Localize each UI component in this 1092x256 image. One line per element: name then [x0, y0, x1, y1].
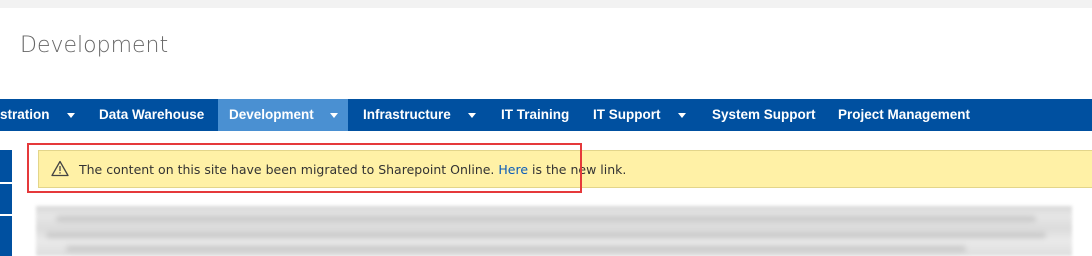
nav-item-administration[interactable]: stration: [0, 99, 50, 131]
nav-item-it-support[interactable]: IT Support: [593, 99, 661, 131]
nav-item-it-training[interactable]: IT Training: [501, 99, 569, 131]
chevron-down-icon[interactable]: [327, 99, 341, 131]
nav-item-infrastructure[interactable]: Infrastructure: [363, 99, 451, 131]
rail-divider: [0, 214, 12, 216]
left-quick-launch-rail[interactable]: [0, 150, 12, 256]
blurred-page-content: [36, 206, 1072, 256]
nav-item-project-management[interactable]: Project Management: [838, 99, 970, 131]
annotation-highlight-box: [27, 143, 582, 193]
nav-item-data-warehouse[interactable]: Data Warehouse: [99, 99, 204, 131]
top-strip: [0, 0, 1092, 8]
nav-item-system-support[interactable]: System Support: [712, 99, 816, 131]
top-navigation-bar: stration Data Warehouse Development Infr…: [0, 99, 1092, 131]
nav-item-development-label: Development: [229, 107, 314, 122]
chevron-down-icon[interactable]: [675, 99, 689, 131]
chevron-down-icon[interactable]: [64, 99, 78, 131]
chevron-down-icon[interactable]: [465, 99, 479, 131]
site-title: Development: [20, 33, 169, 58]
rail-divider: [0, 182, 12, 184]
